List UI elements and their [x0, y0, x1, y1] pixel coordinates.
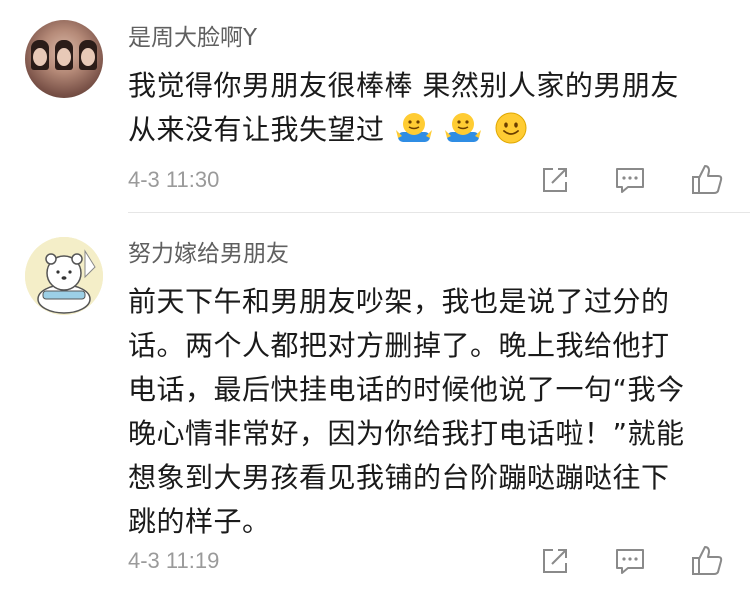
comment-text-segment: 从来没有让我失望过	[128, 113, 385, 146]
username[interactable]: 是周大脸啊Y	[128, 23, 257, 53]
comment-text-line: 前天下午和男朋友吵架，我也是说了过分的	[128, 285, 670, 318]
share-button[interactable]	[537, 162, 573, 198]
comment-text-line: 电话，最后快挂电话的时候他说了一句“我今	[128, 373, 685, 406]
comment-text-line: 话。两个人都把对方删掉了。晚上我给他打	[128, 329, 670, 362]
smile-emoji-icon	[495, 112, 527, 144]
comment-text-line: 想象到大男孩看见我铺的台阶蹦哒蹦哒往下	[128, 461, 670, 494]
share-button[interactable]	[537, 543, 573, 579]
share-icon	[543, 549, 567, 573]
comment-text-line: 从来没有让我失望过	[128, 108, 728, 153]
comment-text-line: 晚心情非常好，因为你给我打电话啦！”就能	[128, 417, 685, 450]
comment-item: 是周大脸啊Y 我觉得你男朋友很棒棒 果然别人家的男朋友 从来没有让我失望过 4-…	[0, 0, 750, 212]
comment-text-line: 我觉得你男朋友很棒棒 果然别人家的男朋友	[128, 69, 679, 102]
username[interactable]: 努力嫁给男朋友	[128, 239, 289, 269]
reply-button[interactable]	[612, 162, 648, 198]
avatar[interactable]	[25, 20, 103, 98]
shrug-emoji-icon	[395, 113, 432, 142]
comment-text-line: 跳的样子。	[128, 505, 271, 538]
shrug-emoji-icon	[445, 113, 482, 142]
comment-text: 前天下午和男朋友吵架，我也是说了过分的 话。两个人都把对方删掉了。晚上我给他打 …	[128, 280, 728, 544]
timestamp: 4-3 11:19	[128, 548, 220, 573]
share-icon	[543, 168, 567, 192]
thumbs-up-icon	[692, 546, 723, 575]
comment-text: 我觉得你男朋友很棒棒 果然别人家的男朋友 从来没有让我失望过	[128, 64, 728, 153]
thumbs-up-icon	[692, 165, 723, 194]
emoji-row	[394, 109, 529, 153]
comment-item: 努力嫁给男朋友 前天下午和男朋友吵架，我也是说了过分的 话。两个人都把对方删掉了…	[0, 213, 750, 594]
reply-button[interactable]	[612, 543, 648, 579]
timestamp: 4-3 11:30	[128, 167, 220, 192]
avatar[interactable]	[25, 237, 103, 315]
reply-icon	[616, 168, 644, 193]
bear-avatar-icon	[25, 237, 103, 315]
like-button[interactable]	[689, 162, 725, 198]
like-button[interactable]	[689, 543, 725, 579]
reply-icon	[616, 549, 644, 574]
